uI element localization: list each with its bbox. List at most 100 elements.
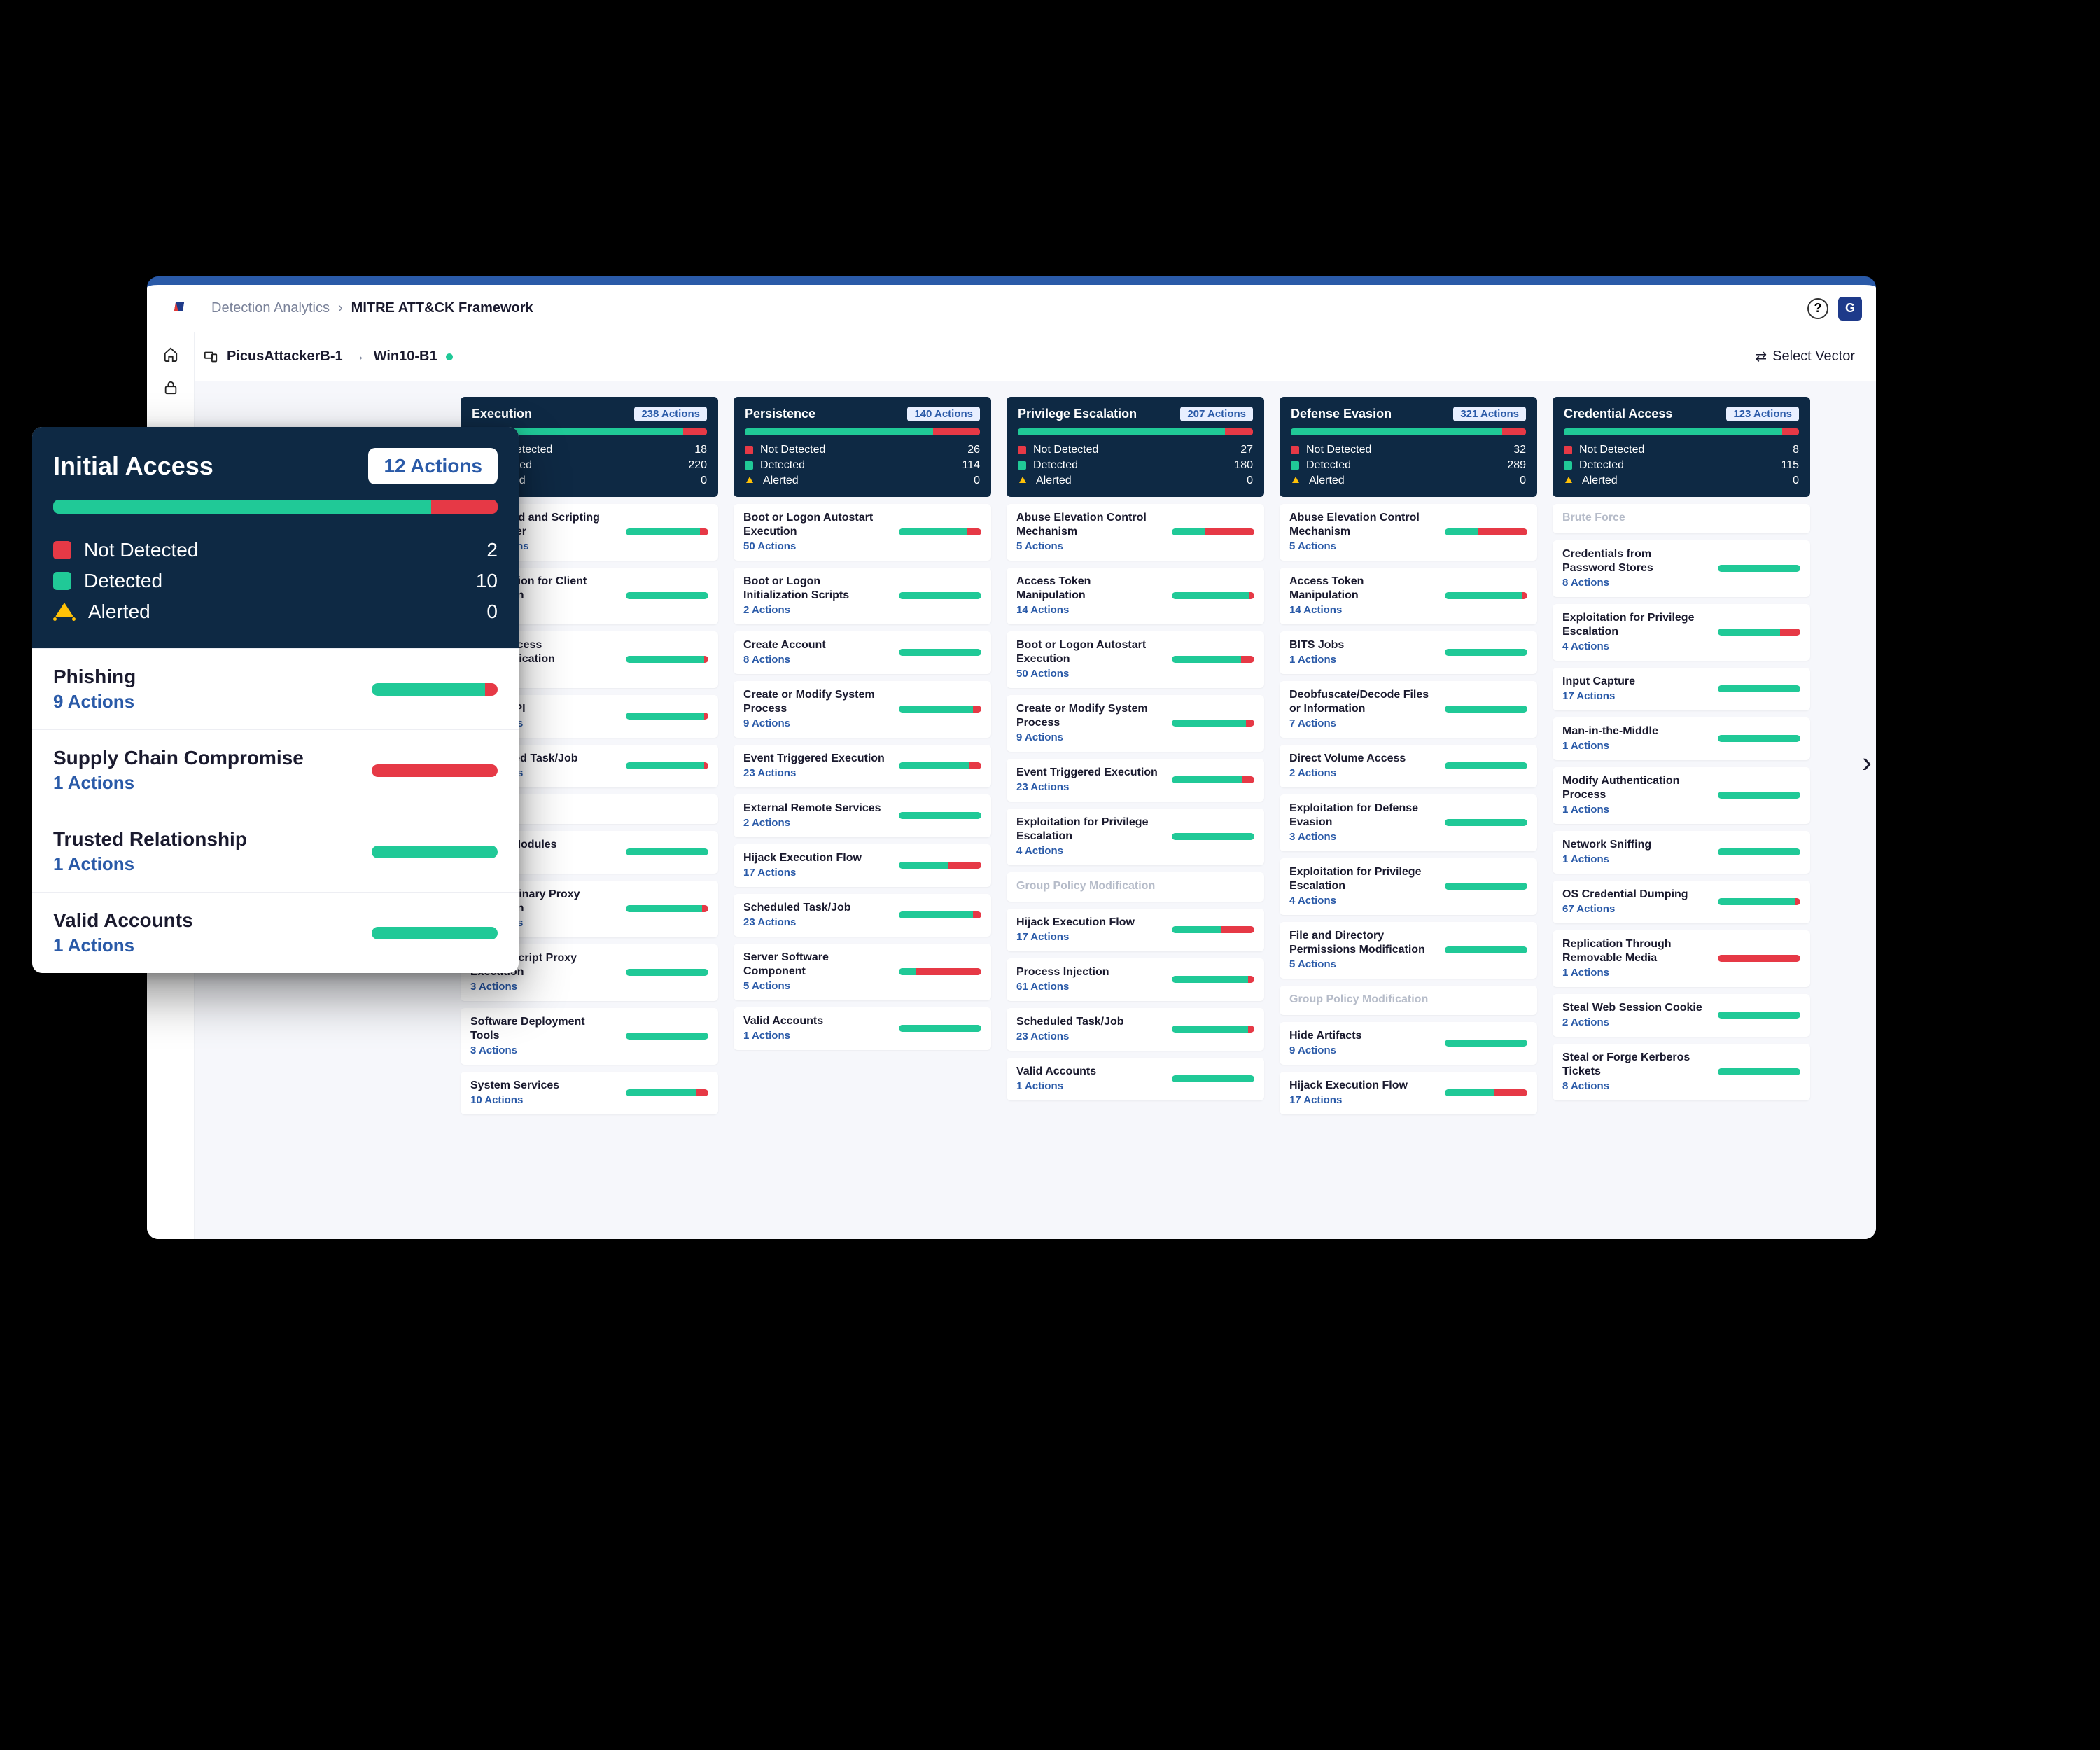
technique-card[interactable]: Exploitation for Privilege Escalation4 A… [1280,858,1537,915]
highlight-item-actions[interactable]: 9 Actions [53,691,354,713]
technique-card[interactable]: Event Triggered Execution23 Actions [1007,759,1264,802]
highlight-item[interactable]: Valid Accounts1 Actions [32,892,519,973]
highlight-item[interactable]: Trusted Relationship1 Actions [32,811,519,892]
technique-card[interactable]: Steal or Forge Kerberos Tickets8 Actions [1553,1044,1810,1100]
technique-card[interactable]: Event Triggered Execution23 Actions [734,745,991,788]
card-actions[interactable]: 2 Actions [1562,1016,1705,1028]
card-actions[interactable]: 1 Actions [1562,967,1705,979]
technique-card[interactable]: Hijack Execution Flow17 Actions [734,844,991,887]
card-actions[interactable]: 8 Actions [1562,1080,1705,1092]
technique-card[interactable]: Steal Web Session Cookie2 Actions [1553,994,1810,1037]
card-actions[interactable]: 1 Actions [1562,853,1705,865]
technique-card[interactable]: Input Capture17 Actions [1553,668,1810,710]
technique-card[interactable]: Create or Modify System Process9 Actions [1007,695,1264,752]
card-actions[interactable]: 7 Actions [1289,718,1432,729]
technique-card[interactable]: OS Credential Dumping67 Actions [1553,881,1810,923]
scroll-right-button[interactable]: › [1862,746,1872,779]
technique-card[interactable]: Access Token Manipulation14 Actions [1280,568,1537,624]
card-actions[interactable]: 9 Actions [1016,732,1159,743]
highlight-item-actions[interactable]: 1 Actions [53,772,354,794]
card-actions[interactable]: 17 Actions [743,867,886,878]
technique-card[interactable]: BITS Jobs1 Actions [1280,631,1537,674]
highlight-item[interactable]: Phishing9 Actions [32,648,519,729]
technique-card[interactable]: Abuse Elevation Control Mechanism5 Actio… [1007,504,1264,561]
card-actions[interactable]: 2 Actions [1289,767,1432,779]
technique-card[interactable]: Create or Modify System Process9 Actions [734,681,991,738]
technique-card[interactable]: Abuse Elevation Control Mechanism5 Actio… [1280,504,1537,561]
technique-card[interactable]: Man-in-the-Middle1 Actions [1553,718,1810,760]
technique-card[interactable]: Process Injection61 Actions [1007,958,1264,1001]
card-actions[interactable]: 8 Actions [1562,577,1705,589]
card-actions[interactable]: 61 Actions [1016,981,1159,993]
lock-icon[interactable] [163,380,178,396]
vector-chip[interactable]: PicusAttackerB-1 → Win10-B1 [203,349,453,365]
card-actions[interactable]: 1 Actions [1562,804,1705,816]
highlight-item[interactable]: Supply Chain Compromise1 Actions [32,729,519,811]
column-header[interactable]: Privilege Escalation207 ActionsNot Detec… [1007,397,1264,497]
card-actions[interactable]: 23 Actions [1016,1030,1159,1042]
column-header[interactable]: Credential Access123 ActionsNot Detected… [1553,397,1810,497]
card-actions[interactable]: 5 Actions [1016,540,1159,552]
help-icon[interactable]: ? [1807,298,1828,319]
select-vector-button[interactable]: ⇄ Select Vector [1755,348,1855,365]
home-icon[interactable] [163,346,178,362]
technique-card[interactable]: Direct Volume Access2 Actions [1280,745,1537,788]
card-actions[interactable]: 17 Actions [1016,931,1159,943]
card-actions[interactable]: 14 Actions [1016,604,1159,616]
column-header[interactable]: Defense Evasion321 ActionsNot Detected32… [1280,397,1537,497]
technique-card[interactable]: Exploitation for Defense Evasion3 Action… [1280,794,1537,851]
card-actions[interactable]: 17 Actions [1562,690,1705,702]
highlight-item-actions[interactable]: 1 Actions [53,853,354,875]
card-actions[interactable]: 3 Actions [470,1044,613,1056]
technique-card[interactable]: External Remote Services2 Actions [734,794,991,837]
card-actions[interactable]: 3 Actions [470,981,613,993]
card-actions[interactable]: 10 Actions [470,1094,613,1106]
technique-card[interactable]: System Services10 Actions [461,1072,718,1114]
technique-card[interactable]: Valid Accounts1 Actions [734,1007,991,1050]
technique-card[interactable]: Boot or Logon Autostart Execution50 Acti… [734,504,991,561]
card-actions[interactable]: 9 Actions [1289,1044,1432,1056]
card-actions[interactable]: 50 Actions [1016,668,1159,680]
card-actions[interactable]: 50 Actions [743,540,886,552]
technique-card[interactable]: Software Deployment Tools3 Actions [461,1008,718,1065]
card-actions[interactable]: 4 Actions [1016,845,1159,857]
card-actions[interactable]: 8 Actions [743,654,886,666]
technique-card[interactable]: Create Account8 Actions [734,631,991,674]
technique-card[interactable]: Access Token Manipulation14 Actions [1007,568,1264,624]
technique-card[interactable]: Boot or Logon Autostart Execution50 Acti… [1007,631,1264,688]
highlight-item-actions[interactable]: 1 Actions [53,934,354,956]
card-actions[interactable]: 2 Actions [743,817,886,829]
card-actions[interactable]: 67 Actions [1562,903,1705,915]
card-actions[interactable]: 1 Actions [1016,1080,1159,1092]
card-actions[interactable]: 23 Actions [743,916,886,928]
technique-card[interactable]: Boot or Logon Initialization Scripts2 Ac… [734,568,991,624]
technique-card[interactable]: Exploitation for Privilege Escalation4 A… [1553,604,1810,661]
card-actions[interactable]: 2 Actions [743,604,886,616]
card-actions[interactable]: 4 Actions [1562,640,1705,652]
technique-card[interactable]: Deobfuscate/Decode Files or Information7… [1280,681,1537,738]
technique-card[interactable]: Scheduled Task/Job23 Actions [1007,1008,1264,1051]
card-actions[interactable]: 5 Actions [743,980,886,992]
technique-card[interactable]: Replication Through Removable Media1 Act… [1553,930,1810,987]
technique-card[interactable]: Valid Accounts1 Actions [1007,1058,1264,1100]
card-actions[interactable]: 1 Actions [1562,740,1705,752]
card-actions[interactable]: 23 Actions [1016,781,1159,793]
card-actions[interactable]: 9 Actions [743,718,886,729]
breadcrumb-parent[interactable]: Detection Analytics [211,300,330,316]
logo-icon[interactable] [161,302,197,315]
technique-card[interactable]: Modify Authentication Process1 Actions [1553,767,1810,824]
card-actions[interactable]: 17 Actions [1289,1094,1432,1106]
card-actions[interactable]: 14 Actions [1289,604,1432,616]
technique-card[interactable]: Hijack Execution Flow17 Actions [1280,1072,1537,1114]
card-actions[interactable]: 3 Actions [1289,831,1432,843]
technique-card[interactable]: File and Directory Permissions Modificat… [1280,922,1537,979]
card-actions[interactable]: 1 Actions [743,1030,886,1042]
technique-card[interactable]: Brute Force [1553,504,1810,533]
technique-card[interactable]: Group Policy Modification [1280,986,1537,1015]
card-actions[interactable]: 1 Actions [1289,654,1432,666]
column-header[interactable]: Persistence140 ActionsNot Detected26Dete… [734,397,991,497]
card-actions[interactable]: 5 Actions [1289,540,1432,552]
technique-card[interactable]: Exploitation for Privilege Escalation4 A… [1007,808,1264,865]
technique-card[interactable]: Hide Artifacts9 Actions [1280,1022,1537,1065]
card-actions[interactable]: 4 Actions [1289,895,1432,906]
